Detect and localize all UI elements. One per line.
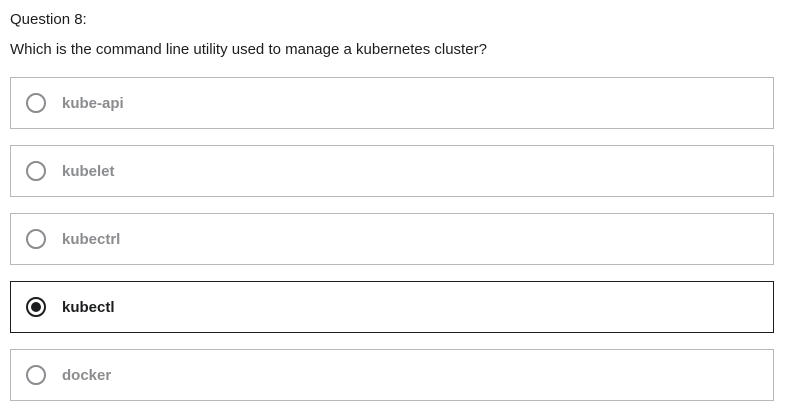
radio-dot	[31, 302, 41, 312]
radio-unselected-icon[interactable]	[26, 93, 46, 113]
option-docker[interactable]: docker	[10, 349, 774, 401]
radio-unselected-icon[interactable]	[26, 229, 46, 249]
option-label: kubectl	[62, 298, 115, 316]
option-kubectl[interactable]: kubectl	[10, 281, 774, 333]
radio-unselected-icon[interactable]	[26, 365, 46, 385]
option-label: docker	[62, 366, 112, 384]
option-label: kubectrl	[62, 230, 121, 248]
option-kubectrl[interactable]: kubectrl	[10, 213, 774, 265]
option-label: kubelet	[62, 162, 115, 180]
question-text: Which is the command line utility used t…	[10, 41, 487, 58]
radio-selected-icon[interactable]	[26, 297, 46, 317]
option-kube-api[interactable]: kube-api	[10, 77, 774, 129]
question-number: Question 8:	[10, 11, 87, 28]
radio-unselected-icon[interactable]	[26, 161, 46, 181]
option-kubelet[interactable]: kubelet	[10, 145, 774, 197]
option-label: kube-api	[62, 94, 124, 112]
answer-options: kube-api kubelet kubectrl kubectl docker	[10, 77, 774, 417]
